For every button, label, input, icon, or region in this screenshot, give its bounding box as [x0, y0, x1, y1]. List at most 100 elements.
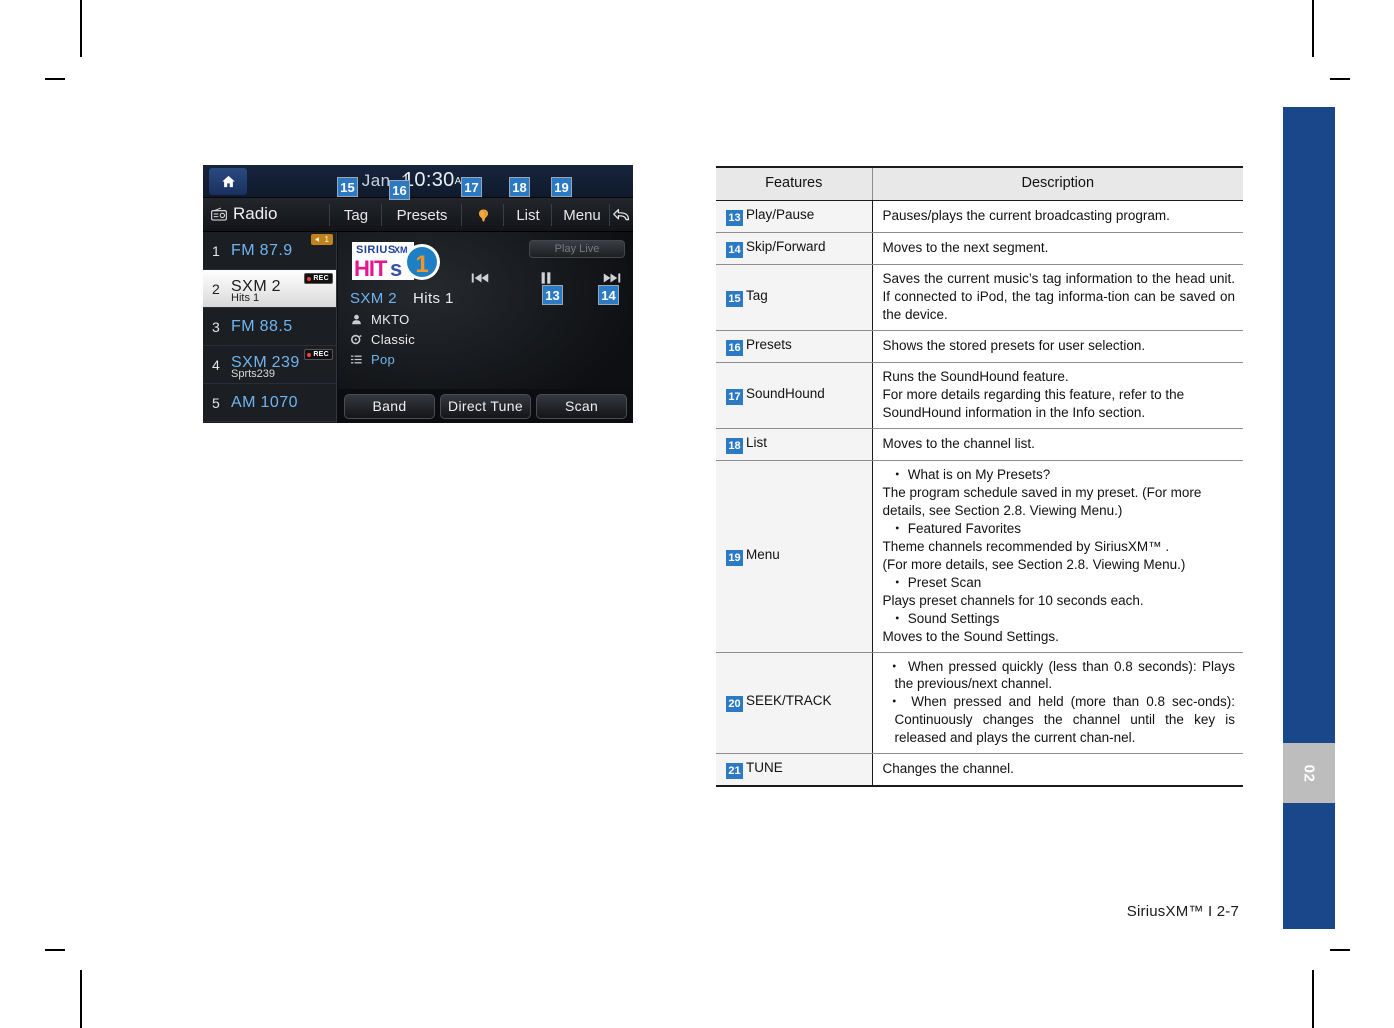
menu-divider [461, 204, 462, 226]
list-button[interactable]: List [505, 202, 551, 228]
crop-mark-tr-h [1330, 78, 1350, 80]
description-cell: Runs the SoundHound feature. For more de… [872, 362, 1243, 429]
song-row: Classic [350, 331, 454, 348]
page-footer: SiriusXM™ I 2-7 [1126, 903, 1239, 920]
list-item[interactable]: 3 FM 88.5 [203, 308, 336, 346]
status-time: 10:30AM [403, 169, 470, 192]
menu-button[interactable]: Menu [553, 202, 611, 228]
band-button[interactable]: Band [344, 393, 435, 419]
svg-text:1: 1 [415, 251, 428, 278]
table-header-row: Features Description [716, 168, 1243, 202]
preset-number: 5 [212, 394, 220, 411]
list-item[interactable]: 2 SXM 2 Hits 1 REC [203, 270, 336, 308]
feature-badge: 18 [726, 438, 743, 454]
feature-badge: 15 [726, 291, 743, 308]
description-line: Plays preset channels for 10 seconds eac… [882, 592, 1144, 608]
description-line: Saves the current music’s tag informatio… [882, 271, 1236, 323]
table-row: 15 Tag Saves the current music’s tag info… [716, 264, 1243, 332]
menu-button-label: Menu [563, 206, 601, 224]
description-line: The program schedule saved in my preset.… [882, 484, 1202, 518]
song-title: Classic [371, 332, 415, 347]
presets-button-label: Presets [396, 206, 448, 224]
preset-band: FM [231, 317, 256, 335]
menu-divider [503, 204, 504, 226]
list-button-label: List [516, 206, 540, 224]
tag-button[interactable]: Tag [331, 202, 381, 228]
preset-main: AM 1070 [231, 394, 298, 412]
table-row: 17 SoundHound Runs the SoundHound feature… [716, 362, 1243, 429]
list-icon [350, 353, 363, 366]
feature-cell: 19 Menu [716, 460, 873, 653]
genre-row: Pop [350, 351, 454, 368]
chapter-number: 02 [1300, 764, 1318, 782]
description-cell: Pauses/plays the current broadcasting pr… [872, 200, 1243, 234]
feature-label: Play/Pause [746, 207, 815, 223]
svg-text:SIRIUS: SIRIUS [356, 244, 396, 256]
feature-label: Menu [746, 546, 780, 562]
preset-value: 2 [271, 278, 282, 295]
person-icon [350, 313, 363, 326]
feature-badge: 19 [726, 549, 743, 566]
rec-dot-icon [307, 352, 312, 357]
manual-page: 02 SiriusXM™ I 2-7 Jan. 1 10:30AM [0, 0, 1394, 1028]
list-item[interactable]: 1 FM 87.9 1 [203, 232, 336, 270]
disc-icon [350, 333, 363, 346]
rec-badge: REC [304, 273, 333, 284]
description-line: ・ When pressed quickly (less than 0.8 se… [887, 658, 1236, 692]
presets-button[interactable]: Presets [383, 202, 461, 228]
features-table: Features Description 13 Play/Pause Pauses… [716, 166, 1243, 788]
play-live-button[interactable]: Play Live [529, 240, 625, 258]
callout-14: 14 [598, 285, 619, 305]
table-row: 21 TUNE Changes the channel. [716, 753, 1243, 786]
menu-divider [551, 204, 552, 226]
list-item[interactable]: 5 AM 1070 [203, 384, 336, 422]
svg-text:HIT: HIT [354, 256, 388, 281]
preset-value: 1070 [260, 393, 299, 411]
home-icon[interactable] [209, 168, 247, 195]
soundhound-icon [478, 209, 488, 221]
menu-divider [329, 204, 330, 226]
description-cell: Moves to the next segment. [872, 232, 1243, 266]
preset-value: 239 [271, 354, 300, 371]
description-cell: Saves the current music’s tag informatio… [872, 264, 1243, 332]
direct-tune-button[interactable]: Direct Tune [440, 393, 531, 419]
table-row: 20 SEEK/TRACK ・ When pressed quickly (les… [716, 652, 1243, 755]
description-line: Changes the channel. [882, 761, 1014, 777]
svg-text:s: s [390, 256, 402, 281]
description-line: Shows the stored presets for user select… [882, 338, 1146, 354]
description-cell: ・ When pressed quickly (less than 0.8 se… [872, 652, 1243, 755]
radio-icon [211, 207, 227, 221]
preset-number: 1 [212, 242, 220, 259]
feature-badge: 13 [726, 210, 743, 227]
description-line: Pauses/plays the current broadcasting pr… [882, 208, 1170, 224]
direct-tune-button-label: Direct Tune [448, 398, 523, 414]
description-line: Moves to the Sound Settings. [882, 628, 1059, 644]
description-cell: ・ What is on My Presets? The program sch… [872, 460, 1243, 653]
description-cell: Shows the stored presets for user select… [872, 330, 1243, 364]
back-button[interactable] [609, 202, 633, 228]
head-unit-menu-bar: Radio Tag Presets List Menu [203, 198, 633, 232]
menu-divider [381, 204, 382, 226]
table-row: 19 Menu ・ What is on My Presets? The prog… [716, 460, 1243, 653]
callout-19: 19 [551, 177, 572, 197]
channel-number: SXM 2 [350, 290, 398, 307]
table-row: 13 Play/Pause Pauses/plays the current br… [716, 200, 1243, 234]
source-label: Radio [211, 204, 277, 224]
description-line: Moves to the next segment. [882, 240, 1049, 256]
table-row: 16 Presets Shows the stored presets for u… [716, 330, 1243, 364]
callout-18: 18 [509, 177, 530, 197]
skip-forward-icon [603, 273, 621, 283]
svg-text:XM: XM [394, 245, 408, 255]
list-item[interactable]: 4 SXM 239 Sprts239 REC [203, 346, 336, 384]
preset-list[interactable]: 1 FM 87.9 1 2 SXM 2 Hits 1 REC 3 FM 88.5… [203, 232, 337, 423]
skip-back-button[interactable] [467, 265, 493, 291]
crop-mark-br-v [1312, 970, 1314, 1028]
rec-badge: REC [304, 349, 333, 360]
preset-main: FM 87.9 [231, 242, 293, 260]
feature-label: Tag [746, 288, 768, 304]
crop-mark-tl-h [45, 78, 65, 80]
scan-button[interactable]: Scan [536, 393, 627, 419]
feature-label: Presets [746, 337, 792, 353]
rec-badge-text: REC [313, 351, 329, 358]
soundhound-button[interactable] [463, 202, 503, 228]
